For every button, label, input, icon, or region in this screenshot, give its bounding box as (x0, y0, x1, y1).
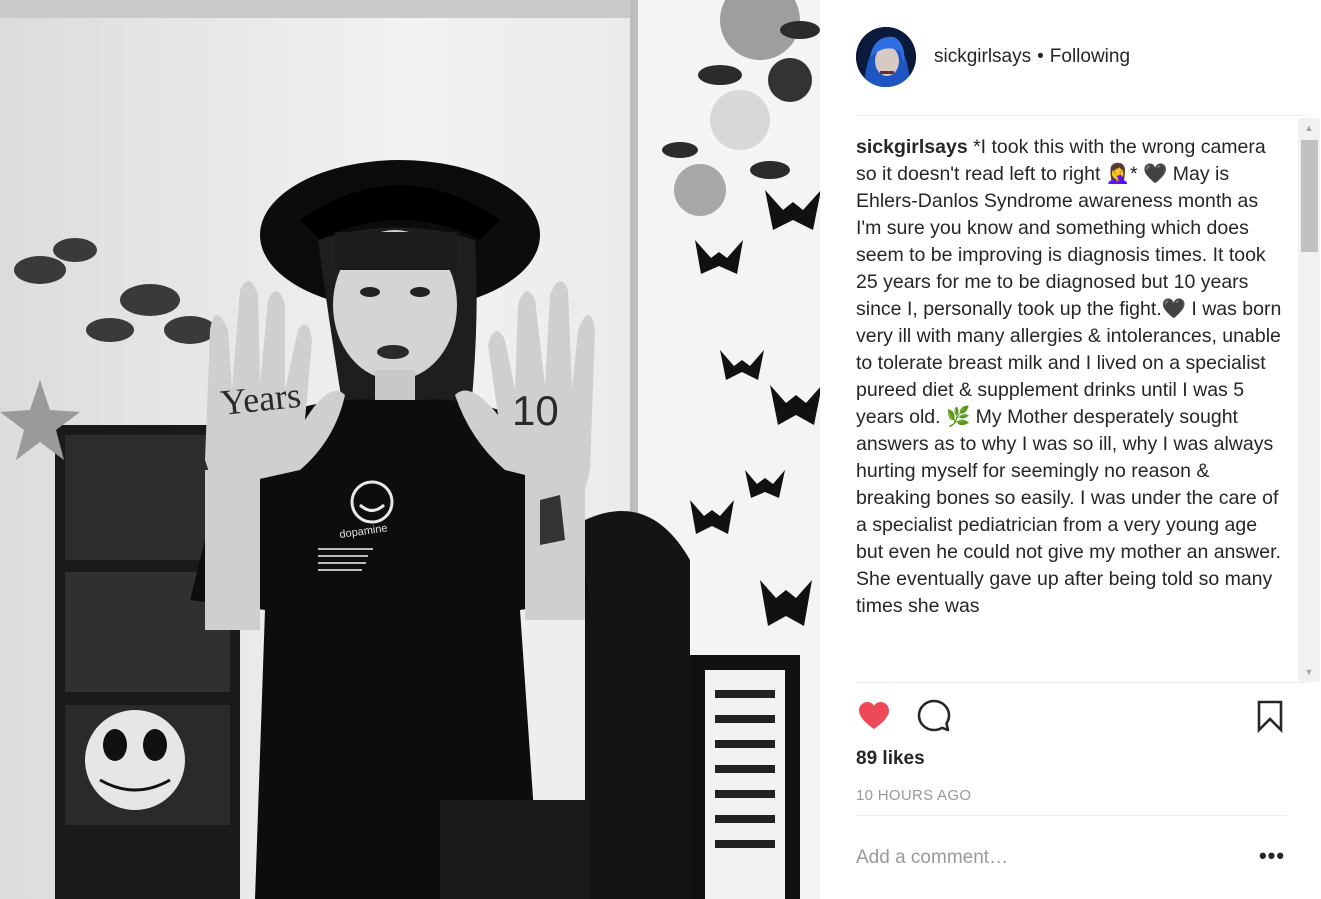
post-actions (856, 698, 1283, 734)
avatar-image (856, 27, 916, 87)
post-photo[interactable]: dopamine Years 10 (0, 0, 820, 899)
caption-username[interactable]: sickgirlsays (856, 136, 968, 158)
like-count[interactable]: 89 likes (856, 748, 925, 770)
caption-scroll-area[interactable]: sickgirlsays *I took this with the wrong… (856, 134, 1286, 682)
post-timestamp[interactable]: 10 HOURS AGO (856, 787, 971, 804)
caption: sickgirlsays *I took this with the wrong… (856, 134, 1286, 620)
save-button[interactable] (1252, 698, 1288, 734)
following-button[interactable]: Following (1050, 46, 1130, 67)
divider (856, 815, 1287, 816)
post-header: sickgirlsays • Following (856, 27, 1130, 87)
caption-text: *I took this with the wrong camera so it… (856, 136, 1282, 617)
more-options-icon[interactable]: ••• (1254, 845, 1290, 874)
comment-button[interactable] (916, 698, 952, 734)
scroll-up-icon[interactable]: ▲ (1298, 118, 1320, 138)
instagram-post-viewer: dopamine Years 10 sickgirlsays • Followi… (0, 0, 1321, 899)
header-separator: • (1037, 46, 1044, 67)
divider (856, 682, 1307, 683)
post-side-panel: sickgirlsays • Following sickgirlsays *I t… (820, 0, 1321, 899)
comment-icon (917, 699, 951, 732)
caption-scrollbar[interactable]: ▲ ▼ (1298, 118, 1320, 682)
scroll-down-icon[interactable]: ▼ (1298, 662, 1320, 682)
header-username[interactable]: sickgirlsays (934, 46, 1031, 67)
hand-text-right: 10 (512, 387, 559, 434)
hand-text-left: Years (219, 375, 303, 423)
post-photo-image: dopamine Years 10 (0, 0, 820, 899)
avatar[interactable] (856, 27, 916, 87)
like-button[interactable] (856, 698, 892, 734)
header-text: sickgirlsays • Following (934, 46, 1130, 68)
bookmark-icon (1257, 700, 1283, 734)
divider (856, 115, 1307, 116)
heart-icon (859, 702, 889, 729)
comment-input[interactable] (856, 840, 1236, 876)
scrollbar-thumb[interactable] (1301, 140, 1318, 252)
